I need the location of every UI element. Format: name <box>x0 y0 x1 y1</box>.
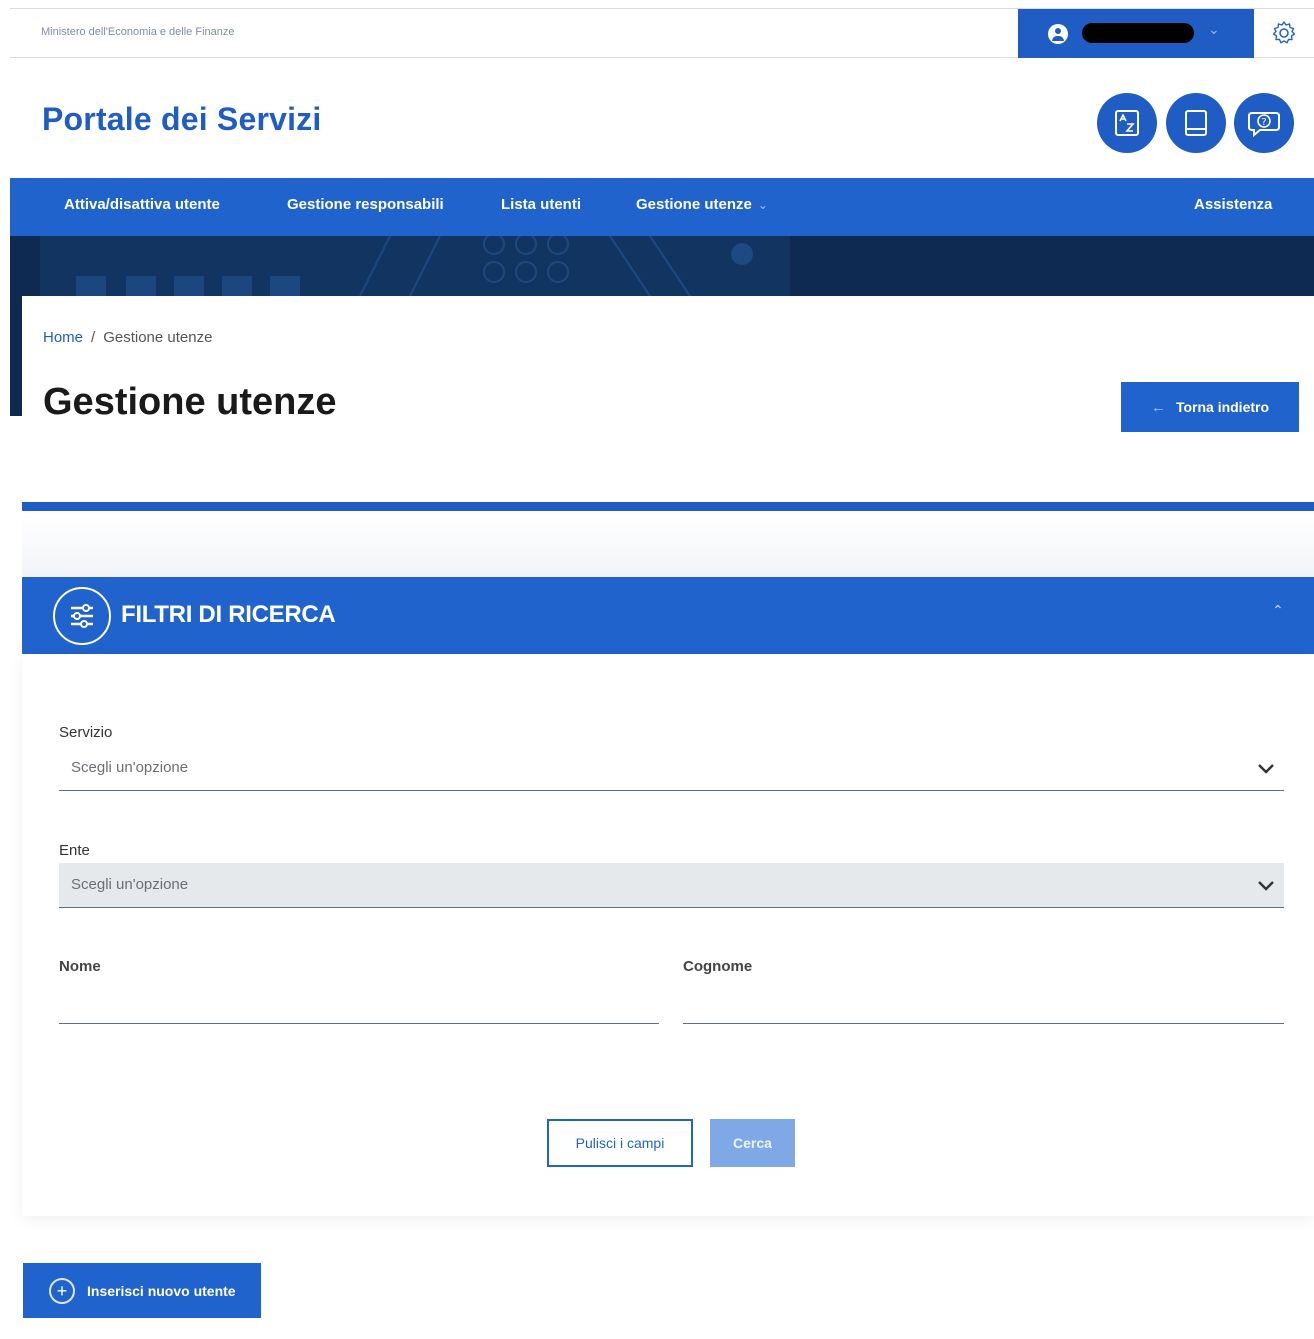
chevron-down-icon: ⌄ <box>1208 22 1220 38</box>
section-fade <box>22 511 1314 577</box>
user-name-redacted <box>1082 23 1194 43</box>
arrow-left-icon: ← <box>1150 398 1166 416</box>
ente-select[interactable]: Scegli un'opzione <box>59 863 1284 908</box>
user-icon <box>1048 24 1068 44</box>
top-bar: Ministero dell'Economia e delle Finanze … <box>10 8 1314 58</box>
a-z-glossary-icon <box>1115 110 1139 136</box>
plus-circle-icon: + <box>49 1277 75 1304</box>
glossary-button[interactable] <box>1097 93 1157 153</box>
back-button-label: Torna indietro <box>1175 399 1270 415</box>
nav-item-gestione-responsabili[interactable]: Gestione responsabili <box>287 196 444 213</box>
clear-fields-button[interactable]: Pulisci i campi <box>547 1119 693 1167</box>
back-button[interactable]: ← Torna indietro <box>1121 382 1299 432</box>
help-chat-icon: ? <box>1248 112 1280 138</box>
nav-item-gestione-utenze-label: Gestione utenze <box>636 196 752 213</box>
portal-title[interactable]: Portale dei Servizi <box>42 101 321 138</box>
manual-button[interactable] <box>1166 93 1226 153</box>
chevron-down-icon: ⌄ <box>757 198 768 212</box>
filters-accordion-header[interactable]: FILTRI DI RICERCA ⌃ <box>22 577 1314 654</box>
search-button[interactable]: Cerca <box>710 1119 795 1167</box>
main-nav: Attiva/disattiva utente Gestione respons… <box>10 178 1314 236</box>
page-title: Gestione utenze <box>43 381 337 423</box>
ente-select-value: Scegli un'opzione <box>71 876 189 893</box>
settings-gear-icon[interactable] <box>1270 19 1298 47</box>
nav-item-assistenza[interactable]: Assistenza <box>1194 196 1272 213</box>
breadcrumb-home-link[interactable]: Home <box>43 329 83 346</box>
ministry-link[interactable]: Ministero dell'Economia e delle Finanze <box>41 26 234 38</box>
cognome-input[interactable] <box>683 990 1284 1024</box>
nome-input[interactable] <box>59 990 659 1024</box>
hero-pattern <box>40 236 790 296</box>
nome-label: Nome <box>59 958 101 975</box>
breadcrumb-current: Gestione utenze <box>103 329 213 346</box>
filters-title: FILTRI DI RICERCA <box>121 601 336 628</box>
svg-text:?: ? <box>1261 117 1266 128</box>
ente-label: Ente <box>59 842 90 859</box>
user-menu-button[interactable]: ⌄ <box>1018 9 1254 58</box>
add-user-button[interactable]: + Inserisci nuovo utente <box>23 1263 261 1318</box>
nav-item-gestione-utenze[interactable]: Gestione utenze ⌄ <box>636 196 768 213</box>
breadcrumb: Home / Gestione utenze <box>43 329 212 346</box>
servizio-label: Servizio <box>59 724 113 741</box>
nav-item-attiva-disattiva[interactable]: Attiva/disattiva utente <box>64 196 220 213</box>
hero-left-edge <box>10 296 22 416</box>
chevron-up-icon[interactable]: ⌃ <box>1272 603 1284 619</box>
nav-item-lista-utenti[interactable]: Lista utenti <box>501 196 581 213</box>
chevron-down-icon <box>1258 881 1274 891</box>
servizio-select-value: Scegli un'opzione <box>71 759 189 776</box>
book-icon <box>1185 110 1207 136</box>
chevron-down-icon <box>1258 764 1274 774</box>
servizio-select[interactable]: Scegli un'opzione <box>59 746 1284 791</box>
section-divider <box>22 502 1314 511</box>
hero-banner <box>10 236 1314 296</box>
breadcrumb-separator: / <box>91 329 96 346</box>
help-button[interactable]: ? <box>1234 93 1294 153</box>
add-user-button-label: Inserisci nuovo utente <box>87 1282 236 1299</box>
filter-sliders-icon <box>53 587 111 645</box>
cognome-label: Cognome <box>683 958 753 975</box>
